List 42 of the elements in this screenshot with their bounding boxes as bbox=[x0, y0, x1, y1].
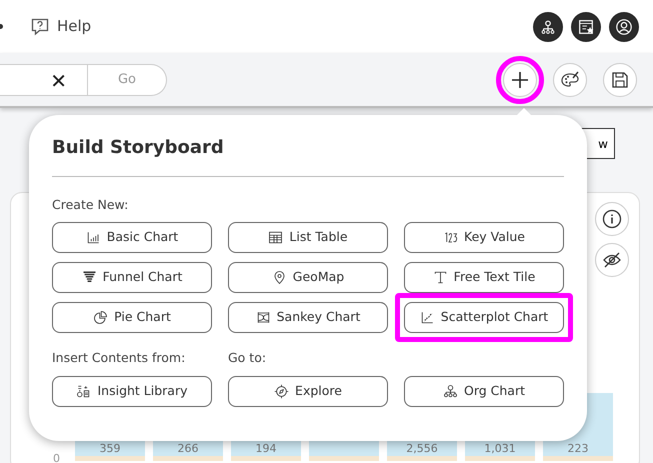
scatter-plot-icon bbox=[420, 310, 435, 326]
user-icon[interactable] bbox=[609, 12, 639, 42]
bar-value-label: 266 bbox=[178, 442, 198, 456]
section-label: Insert Contents from: bbox=[52, 349, 186, 368]
palette-icon[interactable] bbox=[553, 62, 587, 96]
axis-label: 0 bbox=[53, 451, 60, 463]
save-icon[interactable] bbox=[603, 62, 637, 96]
section-label: Create New: bbox=[52, 196, 130, 214]
sankey-icon bbox=[256, 310, 271, 326]
tile-option-button[interactable]: Free Text Tile bbox=[404, 262, 564, 294]
bar-value-label: 359 bbox=[100, 442, 120, 456]
table-icon bbox=[268, 230, 284, 246]
clear-button[interactable]: ✕ bbox=[0, 64, 87, 94]
tile-option-button[interactable]: Funnel Chart bbox=[52, 262, 212, 294]
tile-option-button[interactable]: Scatterplot Chart bbox=[404, 302, 564, 334]
location-pin-icon bbox=[272, 270, 287, 286]
popup-title: Build Storyboard bbox=[52, 137, 225, 159]
bar-value-label: 1,031 bbox=[484, 442, 516, 456]
tile-option-button[interactable]: GeoMap bbox=[228, 262, 388, 294]
help-link[interactable]: Help bbox=[57, 15, 92, 38]
tile-option-button[interactable]: Basic Chart bbox=[52, 222, 212, 254]
tile-option-button[interactable]: List Table bbox=[228, 222, 388, 254]
tile-option-button[interactable]: Key Value bbox=[404, 222, 564, 254]
search-field[interactable]: ✕ Go bbox=[0, 64, 167, 96]
library-icon bbox=[76, 384, 92, 400]
compass-icon bbox=[274, 384, 290, 400]
tile-option-button[interactable]: Sankey Chart bbox=[228, 302, 388, 334]
org-chart-icon bbox=[442, 384, 458, 400]
pie-chart-icon bbox=[93, 310, 108, 326]
org-chart-icon[interactable] bbox=[533, 12, 563, 42]
tile-option-button[interactable]: Explore bbox=[228, 376, 388, 408]
bar-value-label: 223 bbox=[568, 442, 588, 456]
text-icon bbox=[432, 270, 448, 286]
tile-option-button[interactable]: Insight Library bbox=[52, 376, 212, 408]
help-icon[interactable] bbox=[31, 18, 49, 36]
bar-chart-icon bbox=[86, 230, 101, 246]
bar-value-label: 194 bbox=[256, 442, 276, 456]
number-icon bbox=[443, 230, 458, 246]
tile-option-button[interactable]: Org Chart bbox=[404, 376, 564, 408]
section-label: Go to: bbox=[228, 349, 268, 368]
tile-option-button[interactable]: Pie Chart bbox=[52, 302, 212, 334]
bar-value-label: 2,556 bbox=[406, 442, 438, 456]
